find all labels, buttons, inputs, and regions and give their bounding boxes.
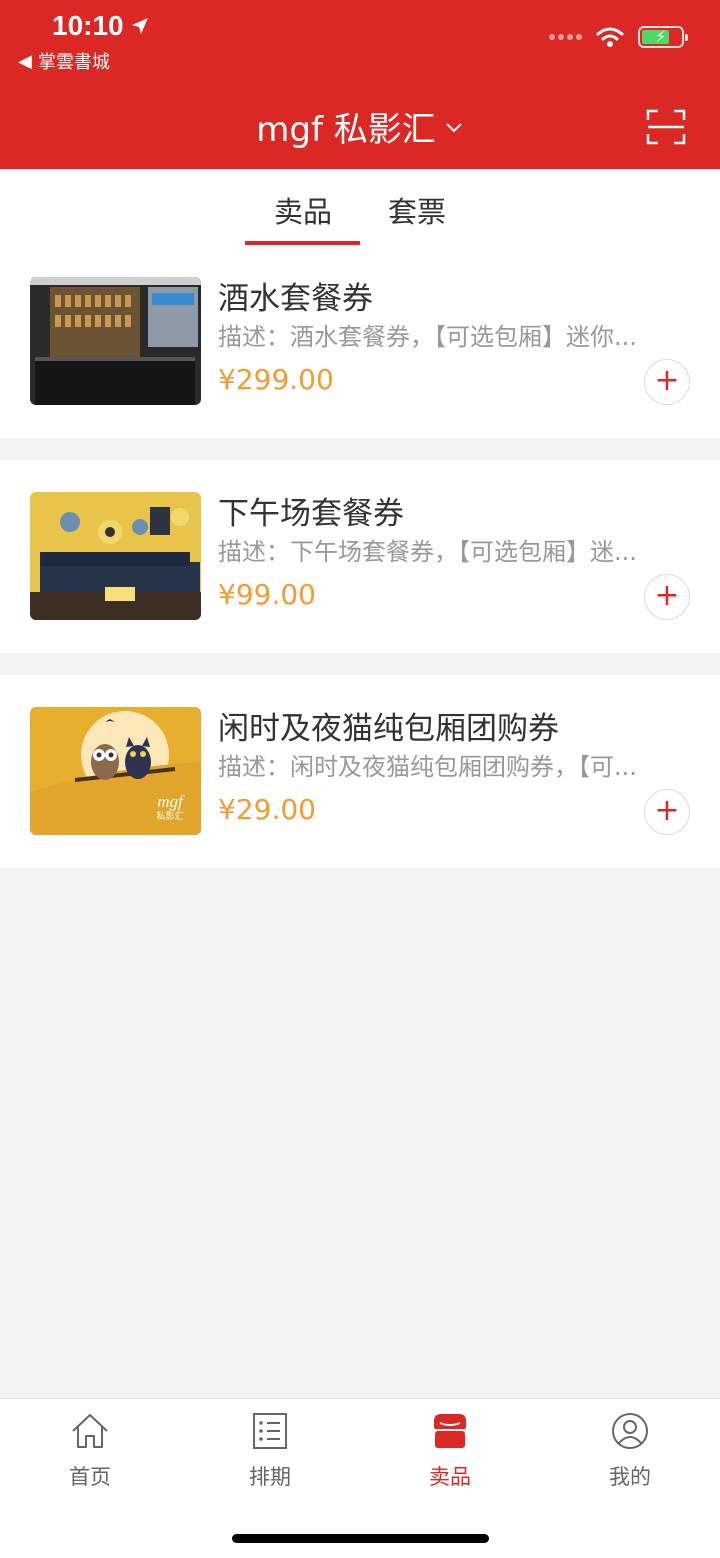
- product-price: ¥29.00: [218, 793, 316, 826]
- product-price: ¥299.00: [218, 363, 334, 396]
- bottom-nav: 首页 排期 卖品 我的: [0, 1398, 720, 1558]
- product-image-owl-cat: mgf 私影汇: [30, 707, 201, 835]
- product-title: 下午场套餐券: [218, 496, 404, 532]
- list-item[interactable]: mgf 私影汇 闲时及夜猫纯包厢团购券 描述：闲时及夜猫纯包厢团购券，【可...…: [0, 675, 720, 868]
- user-icon: [612, 1413, 648, 1449]
- thumbnail-logo: mgf 私影汇: [156, 792, 184, 823]
- product-description: 描述：酒水套餐券，【可选包厢】迷你...: [218, 323, 637, 351]
- tab-packages[interactable]: 套票: [388, 189, 446, 231]
- nav-home[interactable]: 首页: [0, 1411, 180, 1491]
- home-icon: [72, 1414, 108, 1448]
- chevron-down-icon: [446, 122, 462, 132]
- nav-profile[interactable]: 我的: [540, 1411, 720, 1491]
- status-indicators: ⚡: [549, 26, 688, 48]
- tab-bar: 卖品 套票: [0, 169, 720, 245]
- signal-dots-icon: [549, 34, 582, 40]
- product-image-bar: [30, 277, 201, 405]
- product-image-room: [30, 492, 201, 620]
- product-description: 描述：下午场套餐券，【可选包厢】迷...: [218, 538, 637, 566]
- back-to-app-link[interactable]: ◀ 掌雲書城: [18, 48, 110, 74]
- store-name: mgf 私影汇: [256, 110, 436, 150]
- add-to-cart-button[interactable]: +: [644, 574, 690, 620]
- location-arrow-icon: [131, 18, 148, 34]
- back-triangle-icon: ◀: [18, 50, 32, 72]
- battery-icon: ⚡: [638, 26, 688, 48]
- store-selector[interactable]: mgf 私影汇: [0, 102, 720, 151]
- nav-schedule[interactable]: 排期: [180, 1411, 360, 1491]
- nav-products[interactable]: 卖品: [360, 1411, 540, 1491]
- status-time: 10:10: [52, 10, 150, 42]
- home-indicator[interactable]: [232, 1534, 489, 1543]
- schedule-list-icon: [253, 1413, 287, 1449]
- product-title: 酒水套餐券: [218, 281, 373, 317]
- add-to-cart-button[interactable]: +: [644, 789, 690, 835]
- add-to-cart-button[interactable]: +: [644, 359, 690, 405]
- product-title: 闲时及夜猫纯包厢团购券: [218, 711, 559, 747]
- tab-products[interactable]: 卖品: [274, 189, 332, 231]
- product-price: ¥99.00: [218, 578, 316, 611]
- shop-icon: [434, 1414, 466, 1448]
- scan-icon[interactable]: [646, 108, 686, 146]
- app-header: 10:10 ◀ 掌雲書城 ⚡ mgf 私影汇: [0, 0, 720, 169]
- product-description: 描述：闲时及夜猫纯包厢团购券，【可...: [218, 753, 637, 781]
- list-item[interactable]: 酒水套餐券 描述：酒水套餐券，【可选包厢】迷你... ¥299.00 +: [0, 245, 720, 438]
- list-item[interactable]: 下午场套餐券 描述：下午场套餐券，【可选包厢】迷... ¥99.00 +: [0, 460, 720, 653]
- wifi-icon: [596, 27, 624, 47]
